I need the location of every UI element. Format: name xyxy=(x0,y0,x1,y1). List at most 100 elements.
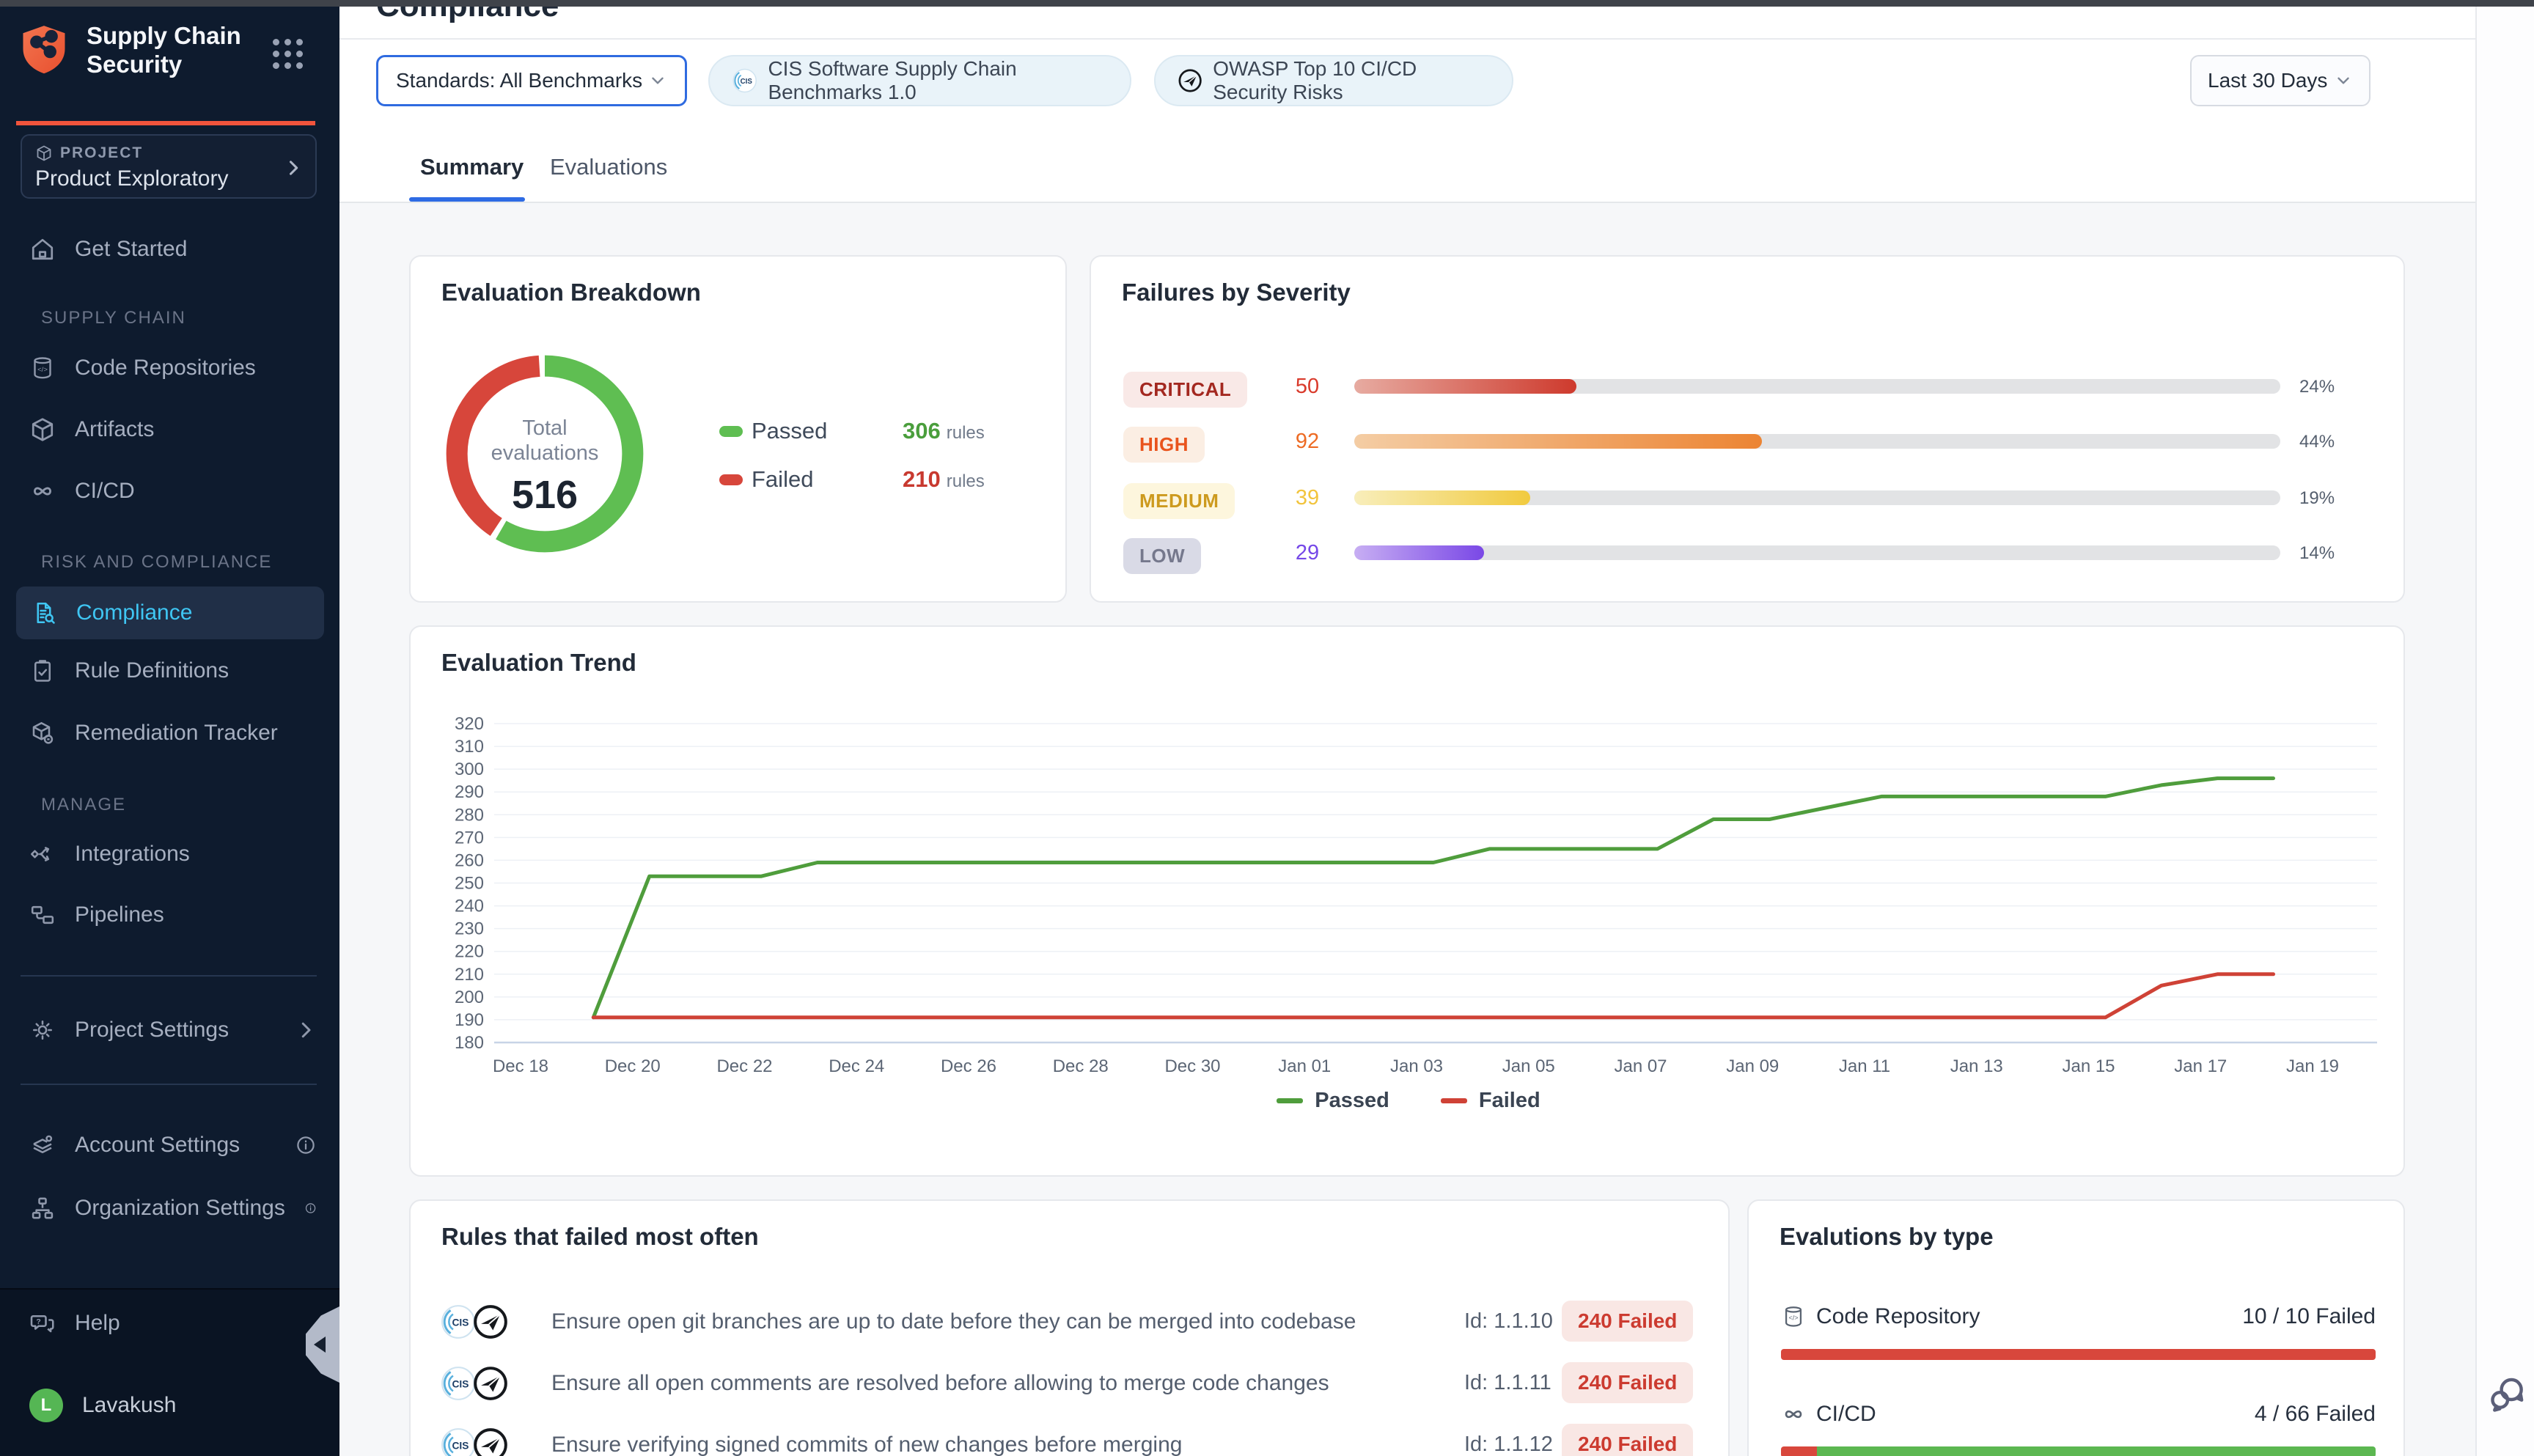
sidebar-user[interactable]: L Lavakush xyxy=(29,1383,176,1427)
page-title: Compliance xyxy=(376,7,559,24)
cis-logo-icon: CIS xyxy=(440,1427,477,1456)
owasp-logo-icon xyxy=(472,1427,509,1456)
severity-row-high: HIGH 92 44% xyxy=(1091,419,2406,463)
project-selector[interactable]: PROJECT Product Exploratory xyxy=(21,134,317,199)
svg-text:Jan 19: Jan 19 xyxy=(2286,1056,2339,1076)
rule-id: Id: 1.1.10 xyxy=(1464,1309,1553,1334)
app-root: Supply Chain Security PROJECT Product Ex… xyxy=(0,0,2534,1456)
gear-icon xyxy=(29,1017,56,1043)
supply-chain-security-logo-icon xyxy=(16,21,72,78)
failed-count-badge: 240 Failed xyxy=(1562,1301,1693,1342)
passed-legend-dot xyxy=(719,426,743,437)
sidebar-item-account-settings[interactable]: Account Settings xyxy=(29,1123,317,1167)
sidebar-item-artifacts[interactable]: Artifacts xyxy=(29,408,154,452)
card-title: Evaluation Breakdown xyxy=(441,279,701,306)
sidebar-item-rule-definitions[interactable]: Rule Definitions xyxy=(29,649,229,693)
rule-id: Id: 1.1.11 xyxy=(1464,1371,1551,1395)
sidebar-divider xyxy=(21,1084,317,1085)
evaluation-trend-chart: 3203103002902802702602502402302202102001… xyxy=(434,705,2399,1101)
artifacts-cube-icon xyxy=(29,416,56,443)
section-manage: MANAGE xyxy=(41,795,126,815)
svg-text:270: 270 xyxy=(455,828,484,848)
rule-row[interactable]: CIS Ensure open git branches are up to d… xyxy=(411,1296,1731,1349)
type-progress-bar xyxy=(1781,1349,2376,1360)
type-progress-bar xyxy=(1781,1446,2376,1456)
severity-percent: 44% xyxy=(2299,432,2335,452)
filter-chip-cis-benchmarks[interactable]: CIS CIS Software Supply Chain Benchmarks… xyxy=(708,55,1131,106)
info-icon[interactable] xyxy=(304,1197,317,1219)
tab-summary[interactable]: Summary xyxy=(420,154,524,180)
filter-chip-owasp-top10[interactable]: OWASP Top 10 CI/CD Security Risks xyxy=(1154,55,1513,106)
sidebar-item-get-started[interactable]: Get Started xyxy=(29,227,187,271)
failed-count-badge: 240 Failed xyxy=(1562,1362,1693,1403)
sidebar-item-code-repositories[interactable]: </> Code Repositories xyxy=(29,346,256,390)
info-icon[interactable] xyxy=(295,1134,317,1156)
severity-row-medium: MEDIUM 39 19% xyxy=(1091,476,2406,520)
svg-text:CIS: CIS xyxy=(452,1317,469,1328)
svg-text:Dec 28: Dec 28 xyxy=(1053,1056,1109,1076)
right-rail xyxy=(2475,7,2534,1456)
window-top-edge xyxy=(0,0,2534,7)
sidebar-item-compliance[interactable]: Compliance xyxy=(16,587,324,639)
remediation-cube-wrench-icon xyxy=(29,720,56,746)
integrations-icon xyxy=(29,841,56,867)
tab-evaluations[interactable]: Evaluations xyxy=(550,154,667,180)
severity-count: 92 xyxy=(1274,430,1340,454)
app-switcher-grid-icon[interactable] xyxy=(273,39,304,70)
chevron-down-icon xyxy=(648,71,667,90)
rule-row[interactable]: CIS Ensure verifying signed commits of n… xyxy=(411,1419,1731,1456)
type-failed-count: 4 / 66 Failed xyxy=(2255,1402,2376,1427)
date-range-dropdown[interactable]: Last 30 Days xyxy=(2190,55,2370,106)
sidebar-footer: ? Help L Lavakush xyxy=(0,1290,339,1456)
severity-label: MEDIUM xyxy=(1123,483,1235,519)
severity-label: LOW xyxy=(1123,538,1201,574)
chat-help-widget-icon[interactable] xyxy=(2487,1374,2528,1415)
svg-text:</>: </> xyxy=(1788,1315,1798,1322)
legend-item-passed[interactable]: Passed xyxy=(1277,1089,1389,1113)
card-rules-failed-most-often: Rules that failed most often CIS Ensure … xyxy=(409,1199,1730,1456)
failed-count-badge: 240 Failed xyxy=(1562,1424,1693,1456)
severity-row-low: LOW 29 14% xyxy=(1091,531,2406,575)
failed-rules-count: 210rules xyxy=(903,466,1035,493)
svg-text:260: 260 xyxy=(455,850,484,870)
severity-percent: 19% xyxy=(2299,488,2335,509)
sidebar-item-pipelines[interactable]: Pipelines xyxy=(29,893,164,937)
sidebar-item-cicd[interactable]: CI/CD xyxy=(29,469,135,513)
svg-text:Dec 18: Dec 18 xyxy=(493,1056,548,1076)
infinity-icon xyxy=(29,478,56,504)
chevron-down-icon xyxy=(2334,71,2353,90)
chevron-right-icon xyxy=(283,158,304,178)
severity-bar xyxy=(1354,379,2280,394)
sidebar-item-remediation-tracker[interactable]: Remediation Tracker xyxy=(29,711,278,755)
home-icon xyxy=(29,236,56,262)
svg-text:CIS: CIS xyxy=(452,1440,469,1451)
owasp-logo-icon xyxy=(1178,65,1202,96)
legend-item-passed: Passed 306rules xyxy=(719,415,1035,447)
failed-line-marker xyxy=(1441,1098,1467,1103)
standards-filter-dropdown[interactable]: Standards: All Benchmarks xyxy=(376,55,687,106)
failed-legend-dot xyxy=(719,474,743,485)
svg-text:Dec 30: Dec 30 xyxy=(1164,1056,1220,1076)
severity-label: CRITICAL xyxy=(1123,372,1247,408)
svg-text:Jan 11: Jan 11 xyxy=(1839,1056,1890,1076)
svg-text:240: 240 xyxy=(455,897,484,916)
svg-text:320: 320 xyxy=(455,714,484,734)
severity-percent: 14% xyxy=(2299,543,2335,564)
sidebar-item-organization-settings[interactable]: Organization Settings xyxy=(29,1186,317,1230)
card-title: Rules that failed most often xyxy=(441,1223,759,1251)
sidebar-item-integrations[interactable]: Integrations xyxy=(29,832,190,876)
code-repository-icon: </> xyxy=(29,355,56,381)
card-evaluation-breakdown: Evaluation Breakdown Total evaluations 5… xyxy=(409,255,1067,603)
rule-standard-icons: CIS xyxy=(440,1304,509,1340)
sidebar-item-project-settings[interactable]: Project Settings xyxy=(29,1008,317,1052)
sidebar-item-help[interactable]: ? Help xyxy=(29,1301,120,1345)
severity-bar xyxy=(1354,434,2280,449)
legend-item-failed[interactable]: Failed xyxy=(1441,1089,1540,1113)
content-area: Evaluation Breakdown Total evaluations 5… xyxy=(339,203,2475,1456)
organization-icon xyxy=(29,1195,56,1221)
brand-accent-rule xyxy=(16,121,315,125)
svg-text:Jan 17: Jan 17 xyxy=(2174,1056,2227,1076)
severity-label: HIGH xyxy=(1123,427,1205,463)
page-header: Compliance Standards: All Benchmarks CIS… xyxy=(339,7,2475,203)
rule-row[interactable]: CIS Ensure all open comments are resolve… xyxy=(411,1358,1731,1411)
